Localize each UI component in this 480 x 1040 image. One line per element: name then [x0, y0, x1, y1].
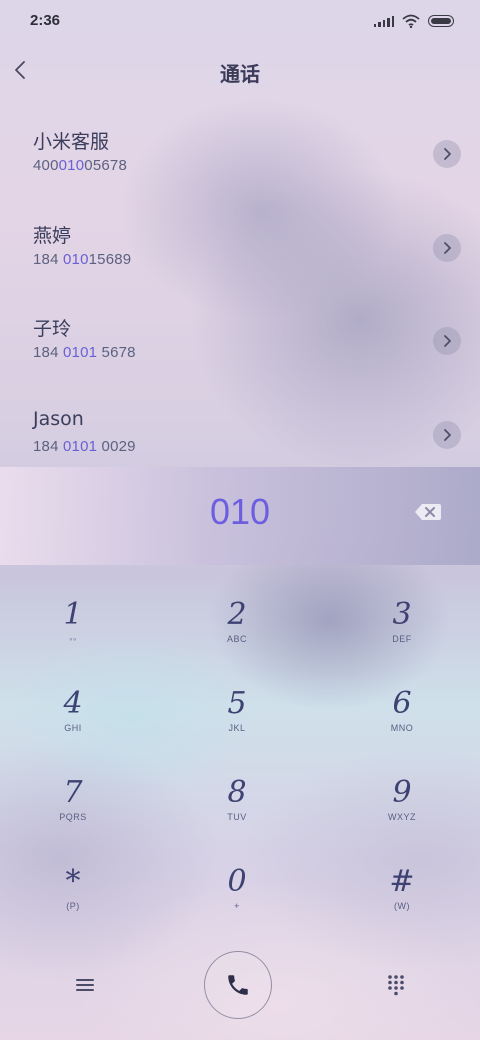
- dialed-number[interactable]: 010: [0, 491, 480, 533]
- key-letters: (P): [66, 901, 80, 911]
- status-icons: [373, 12, 454, 30]
- menu-icon: [76, 979, 94, 991]
- key-letters: JKL: [228, 723, 246, 733]
- dialed-number-bar: 010: [0, 467, 480, 565]
- backspace-button[interactable]: [414, 502, 442, 522]
- key-star[interactable]: * (P): [13, 865, 133, 935]
- key-letters: PQRS: [59, 812, 87, 822]
- chevron-right-icon: [444, 242, 451, 254]
- contact-number: 184 0101 0029: [33, 438, 136, 455]
- chevron-right-icon: [444, 429, 451, 441]
- key-digit: 5: [227, 686, 247, 721]
- dialer-screen: 2:36 通话 小米客服 40001005678 燕婷 184 01015689…: [0, 0, 480, 1040]
- contact-item[interactable]: 子玲 184 0101 5678: [0, 314, 480, 394]
- key-digit: 0: [227, 864, 247, 899]
- contact-number: 184 0101 5678: [33, 344, 136, 361]
- contact-name: 燕婷: [33, 225, 72, 247]
- key-digit: 7: [63, 775, 83, 810]
- number-prefix: 184: [33, 251, 63, 268]
- key-digit: 4: [63, 686, 83, 721]
- chevron-right-icon: [444, 148, 451, 160]
- voicemail-icon: ◦◦: [69, 634, 77, 644]
- menu-button[interactable]: [70, 970, 100, 1000]
- key-digit: 1: [63, 597, 83, 632]
- number-match: 0101: [63, 438, 98, 455]
- number-suffix: 15689: [88, 251, 132, 268]
- number-suffix: 05678: [84, 157, 127, 174]
- number-match: 010: [63, 251, 89, 268]
- battery-icon: [428, 15, 454, 27]
- key-2[interactable]: 2 ABC: [177, 598, 297, 668]
- key-letters: GHI: [64, 723, 82, 733]
- key-hash[interactable]: # (W): [342, 865, 462, 935]
- key-digit: *: [65, 864, 81, 899]
- key-letters: DEF: [392, 634, 412, 644]
- wifi-icon: [402, 14, 420, 28]
- dialpad-icon: [388, 975, 404, 996]
- key-digit: 8: [227, 775, 247, 810]
- contact-detail-button[interactable]: [433, 140, 461, 168]
- chevron-right-icon: [444, 335, 451, 347]
- key-letters: TUV: [227, 812, 247, 822]
- number-match: 0101: [63, 344, 98, 361]
- key-5[interactable]: 5 JKL: [177, 687, 297, 757]
- phone-icon: [228, 975, 248, 995]
- status-bar: 2:36: [0, 0, 480, 40]
- number-suffix: 0029: [97, 438, 136, 455]
- key-6[interactable]: 6 MNO: [342, 687, 462, 757]
- number-prefix: 184: [33, 344, 63, 361]
- status-time: 2:36: [30, 12, 61, 29]
- page-title: 通话: [220, 62, 260, 86]
- number-match: 010: [58, 157, 85, 174]
- key-letters: +: [234, 901, 240, 911]
- key-4[interactable]: 4 GHI: [13, 687, 133, 757]
- key-1[interactable]: 1 ◦◦: [13, 598, 133, 668]
- key-letters: MNO: [390, 723, 414, 733]
- contact-item[interactable]: 小米客服 40001005678: [0, 127, 480, 207]
- key-letters: ABC: [226, 634, 247, 644]
- key-9[interactable]: 9 WXYZ: [342, 776, 462, 846]
- dialpad-toggle-button[interactable]: [381, 970, 411, 1000]
- key-7[interactable]: 7 PQRS: [13, 776, 133, 846]
- contact-detail-button[interactable]: [433, 421, 461, 449]
- contact-detail-button[interactable]: [433, 327, 461, 355]
- key-digit: 6: [392, 686, 412, 721]
- contact-item[interactable]: 燕婷 184 01015689: [0, 221, 480, 301]
- contact-name: 子玲: [33, 318, 72, 340]
- key-8[interactable]: 8 TUV: [177, 776, 297, 846]
- contact-name: 小米客服: [33, 131, 110, 153]
- signal-icon: [373, 15, 394, 27]
- backspace-icon: [415, 504, 441, 520]
- number-prefix: 400: [33, 157, 59, 174]
- call-button[interactable]: [204, 951, 272, 1019]
- number-suffix: 5678: [97, 344, 136, 361]
- contact-number: 40001005678: [33, 157, 127, 174]
- key-digit: 3: [392, 597, 412, 632]
- contact-number: 184 01015689: [33, 251, 131, 268]
- key-letters: WXYZ: [388, 812, 416, 822]
- contact-detail-button[interactable]: [433, 234, 461, 262]
- key-digit: 9: [392, 775, 412, 810]
- key-letters: (W): [394, 901, 410, 911]
- key-3[interactable]: 3 DEF: [342, 598, 462, 668]
- key-digit: #: [389, 864, 415, 899]
- key-digit: 2: [227, 597, 247, 632]
- number-prefix: 184: [33, 438, 63, 455]
- key-0[interactable]: 0 +: [177, 865, 297, 935]
- contact-name: Jason: [33, 408, 84, 430]
